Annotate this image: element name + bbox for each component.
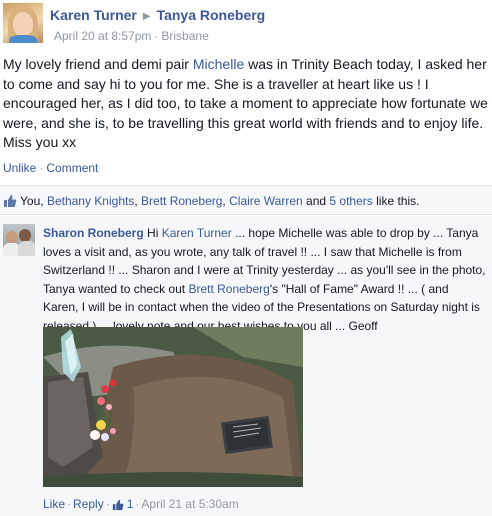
likes-and: and	[306, 194, 327, 208]
action-separator: ·	[135, 497, 140, 511]
post-header: Karen Turner ▶ Tanya Roneberg April 20 at …	[3, 3, 489, 43]
post-meta: April 20 at 8:57pm · Brisbane	[54, 29, 209, 43]
action-separator: ·	[105, 497, 110, 511]
likes-comma: ,	[134, 194, 138, 208]
meta-separator: ·	[154, 29, 159, 43]
play-arrow-icon: ▶	[142, 11, 151, 22]
commenter-avatar[interactable]	[3, 224, 35, 256]
comment: Sharon Roneberg Hi Karen Turner ... hope…	[0, 216, 492, 516]
like-count-value: 1	[126, 497, 134, 511]
action-separator: ·	[39, 161, 44, 175]
liker-bethany-knights[interactable]: Bethany Knights	[47, 194, 134, 208]
likes-suffix: like this.	[376, 194, 420, 208]
mention-karen-turner-link[interactable]: Karen Turner	[162, 226, 232, 240]
comment-body: Sharon Roneberg Hi Karen Turner ... hope…	[43, 224, 487, 336]
post-actions: Unlike · Comment	[3, 161, 98, 175]
post-timestamp[interactable]: April 20 at 8:57pm	[54, 29, 151, 43]
author-avatar[interactable]	[3, 3, 43, 43]
likes-summary: You, Bethany Knights, Brett Roneberg, Cl…	[0, 185, 492, 215]
post-author-line: Karen Turner ▶ Tanya Roneberg	[50, 7, 265, 23]
comment-reply-button[interactable]: Reply	[73, 497, 104, 511]
mention-michelle-link[interactable]: Michelle	[193, 56, 244, 72]
comment-text-part: Hi	[143, 226, 162, 240]
author-name-link[interactable]: Karen Turner	[50, 7, 137, 23]
facebook-post: Karen Turner ▶ Tanya Roneberg April 20 at …	[0, 0, 492, 516]
post-location[interactable]: Brisbane	[161, 29, 208, 43]
thumbs-up-icon	[3, 194, 17, 211]
likes-others-link[interactable]: 5 others	[329, 194, 372, 208]
comment-like-count[interactable]: 1	[112, 497, 134, 514]
post-body: My lovely friend and demi pair Michelle …	[3, 55, 489, 153]
liker-claire-warren[interactable]: Claire Warren	[229, 194, 303, 208]
likes-you: You,	[20, 194, 44, 208]
liker-brett-roneberg[interactable]: Brett Roneberg	[141, 194, 222, 208]
post-text-part: My lovely friend and demi pair	[3, 56, 193, 72]
target-name-link[interactable]: Tanya Roneberg	[157, 7, 266, 23]
comment-photo[interactable]	[43, 327, 303, 487]
comment-button[interactable]: Comment	[46, 161, 98, 175]
commenter-name-link[interactable]: Sharon Roneberg	[43, 226, 144, 240]
likes-comma: ,	[222, 194, 226, 208]
comment-actions: Like · Reply · 1 · April 21 at 5:30am	[43, 497, 239, 514]
comment-timestamp[interactable]: April 21 at 5:30am	[141, 497, 238, 511]
mention-brett-roneberg-link[interactable]: Brett Roneberg	[188, 282, 269, 296]
thumbs-up-icon	[112, 499, 124, 514]
action-separator: ·	[67, 497, 72, 511]
comment-like-button[interactable]: Like	[43, 497, 65, 511]
unlike-button[interactable]: Unlike	[3, 161, 36, 175]
